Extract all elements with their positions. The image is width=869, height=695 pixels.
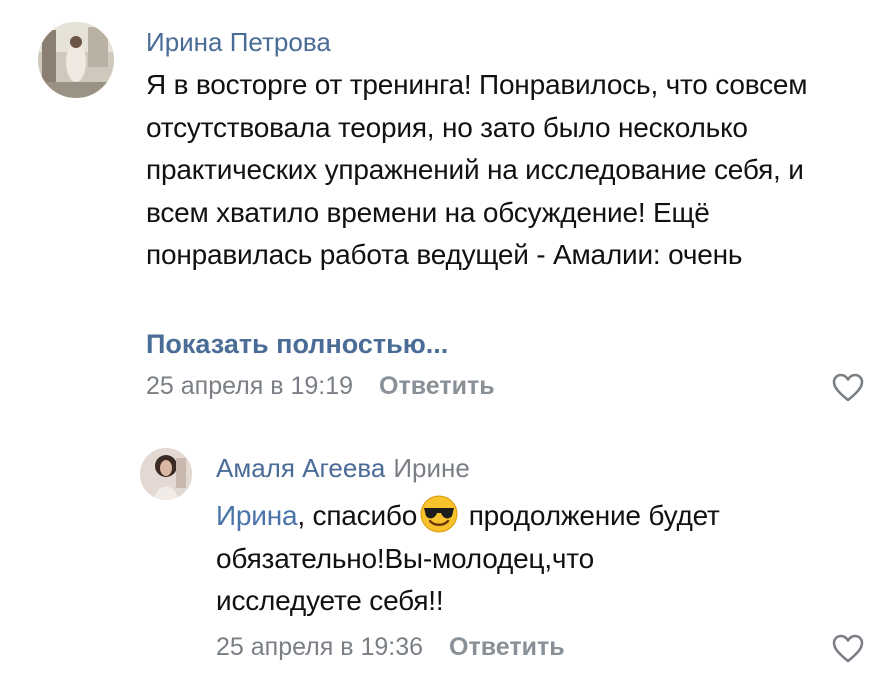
reply-to: Ирине bbox=[393, 453, 470, 483]
show-more-link[interactable]: Показать полностью... bbox=[146, 329, 448, 360]
comment-author[interactable]: Ирина Петрова bbox=[146, 27, 331, 58]
comment-author[interactable]: Амаля Агеева Ирине bbox=[216, 453, 470, 484]
comment-text: Я в восторге от тренинга! Понравилось, ч… bbox=[146, 69, 808, 270]
comment-meta: 25 апреля в 19:19 Ответить bbox=[146, 372, 495, 401]
author-name[interactable]: Амаля Агеева bbox=[216, 453, 385, 483]
avatar[interactable] bbox=[140, 448, 192, 500]
avatar-photo bbox=[140, 448, 192, 500]
comment-text-part: , спасибо bbox=[297, 500, 418, 531]
reply-button[interactable]: Ответить bbox=[379, 372, 495, 400]
comment-date: 25 апреля в 19:19 bbox=[146, 372, 354, 400]
comment-text: Ирина, спасибо продолжение будет обязате… bbox=[216, 494, 736, 623]
avatar[interactable] bbox=[38, 22, 114, 98]
heart-outline-icon[interactable] bbox=[832, 634, 864, 664]
avatar-photo bbox=[38, 22, 114, 98]
comment-date: 25 апреля в 19:36 bbox=[216, 633, 424, 661]
reply-button[interactable]: Ответить bbox=[449, 633, 565, 661]
comment-meta: 25 апреля в 19:36 Ответить bbox=[216, 633, 565, 662]
mention-link[interactable]: Ирина bbox=[216, 500, 298, 531]
heart-outline-icon[interactable] bbox=[832, 373, 864, 403]
smiling-face-with-sunglasses-icon bbox=[419, 494, 459, 534]
